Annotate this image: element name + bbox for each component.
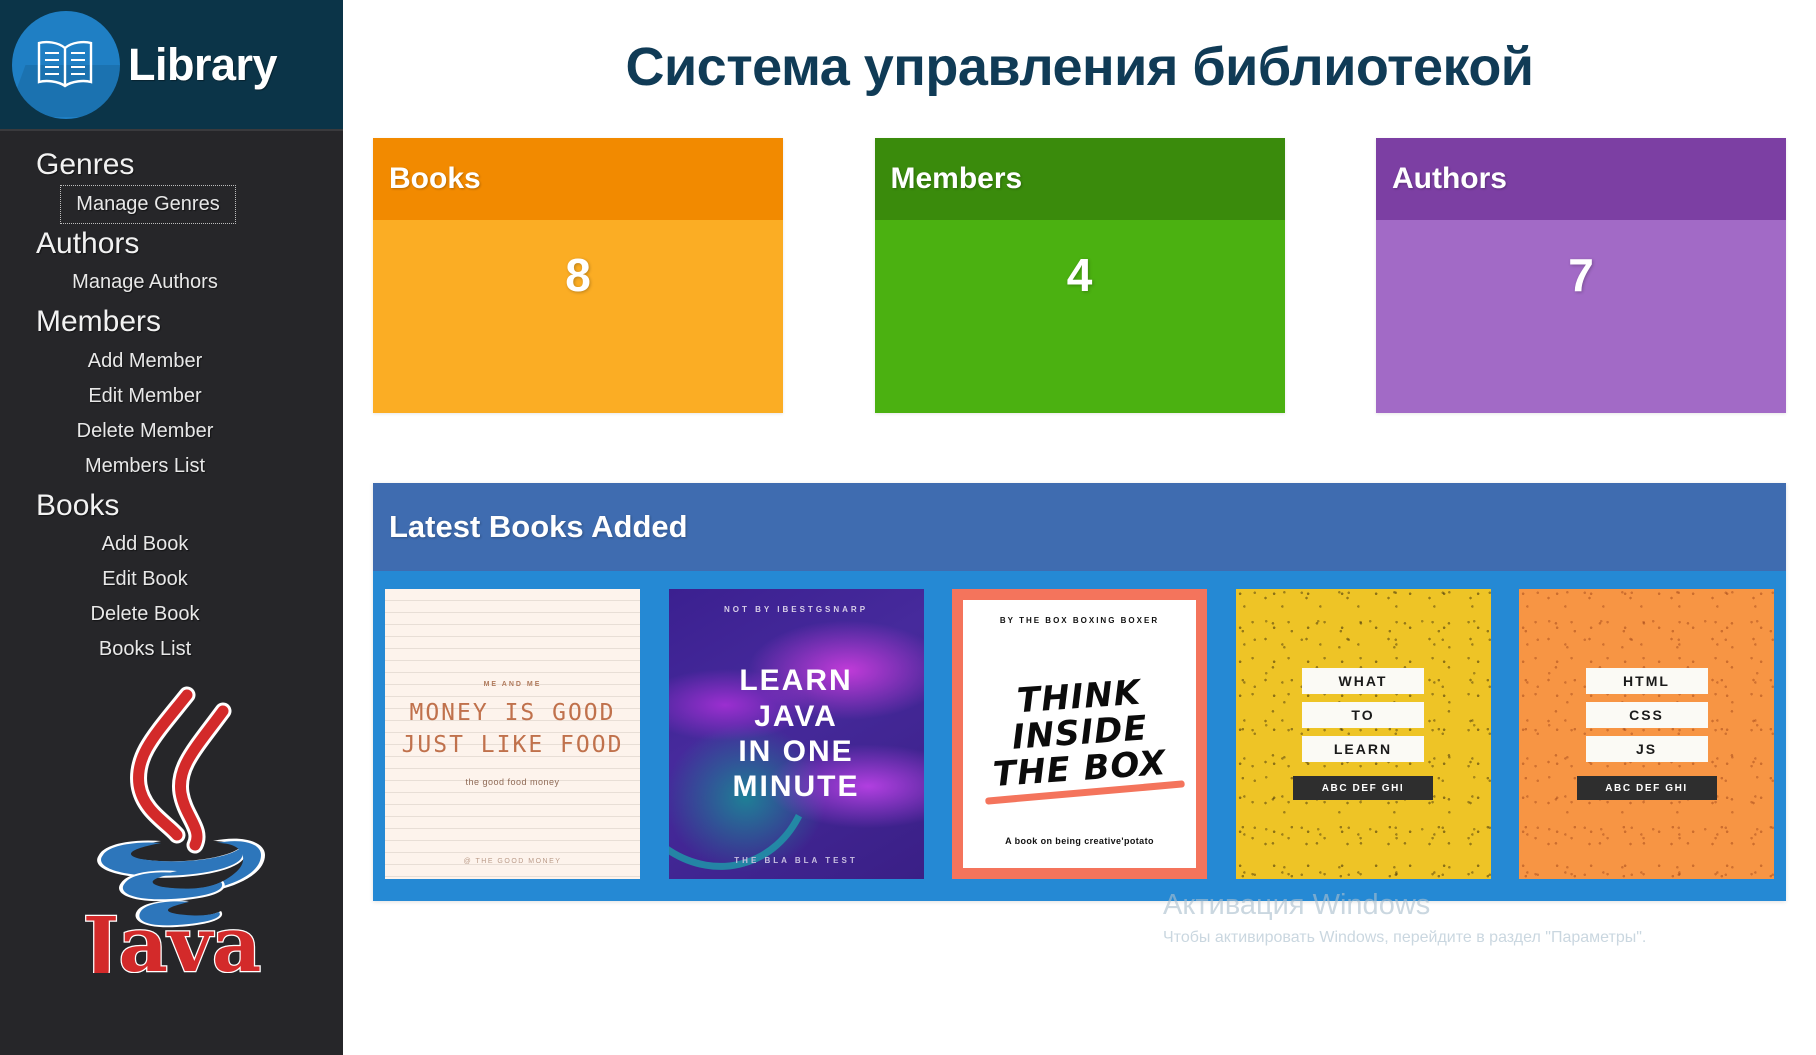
app-window: Library Genres Manage Genres Authors Man… (0, 0, 1816, 1055)
stat-card-members-value: 4 (1066, 249, 1093, 301)
stat-card-authors-title: Authors (1392, 162, 1507, 195)
stat-card-authors-value: 7 (1568, 249, 1594, 301)
book-cover-5-label-2: CSS (1585, 702, 1708, 728)
stat-card-books[interactable]: Books 8 (373, 138, 783, 413)
sidebar-item-add-book[interactable]: Add Book (0, 527, 290, 562)
book-cover-3-bottom-text: A book on being creative'potato (1005, 836, 1154, 846)
sidebar-item-delete-member[interactable]: Delete Member (0, 414, 290, 449)
sidebar-section-genres: Genres (36, 148, 135, 181)
book-cover-2-line1: LEARN (739, 664, 853, 698)
sidebar-item-delete-book[interactable]: Delete Book (0, 597, 290, 632)
sidebar-item-manage-genres[interactable]: Manage Genres (60, 184, 236, 224)
stat-card-members[interactable]: Members 4 (874, 138, 1285, 413)
stat-card-authors[interactable]: Authors 7 (1376, 138, 1786, 413)
svg-text:Java: Java (76, 900, 261, 973)
stat-card-books-value: 8 (565, 249, 591, 301)
book-cover-2-line2: JAVA (754, 699, 838, 733)
book-cover-1-top-text: ME AND ME (483, 681, 542, 689)
brand-title: Library (128, 38, 278, 90)
book-cover-1-bottom-text: @ THE GOOD MONEY (463, 858, 562, 865)
latest-books-title: Latest Books Added (389, 509, 688, 544)
book-cover-2-line3: IN ONE (738, 735, 854, 768)
sidebar-nav: Genres Manage Genres Authors Manage Auth… (0, 131, 343, 667)
book-cover-think-inside-the-box[interactable]: BY THE BOX BOXING BOXER THINK INSIDE THE… (952, 589, 1207, 879)
open-book-icon (12, 10, 120, 119)
book-cover-1-line2: JUST LIKE FOOD (401, 731, 624, 758)
book-cover-4-label-3: LEARN (1302, 736, 1424, 762)
book-cover-4-label-2: TO (1302, 702, 1424, 728)
sidebar-section-books: Books (36, 488, 120, 522)
latest-books-header: Latest Books Added (373, 483, 1786, 571)
sidebar-item-edit-member[interactable]: Edit Member (0, 379, 290, 414)
sidebar-section-members: Members (36, 305, 162, 338)
book-cover-learn-java[interactable]: NOT BY IBESTGSNARP LEARN JAVA IN ONE MIN… (668, 589, 924, 879)
book-cover-3-top-text: BY THE BOX BOXING BOXER (999, 616, 1160, 625)
book-cover-1-line1: MONEY IS GOOD (409, 700, 616, 727)
book-cover-5-label-3: JS (1585, 736, 1708, 762)
book-cover-what-to-learn[interactable]: WHAT TO LEARN ABC DEF GHI (1235, 589, 1491, 879)
book-cover-1-caption: the good food money (465, 776, 560, 787)
latest-books-list: ME AND ME MONEY IS GOOD JUST LIKE FOOD t… (373, 571, 1786, 901)
stat-card-members-title: Members (890, 162, 1023, 195)
book-cover-4-dark-label: ABC DEF GHI (1293, 776, 1433, 800)
sidebar: Library Genres Manage Genres Authors Man… (0, 0, 343, 1055)
stat-card-books-title: Books (389, 162, 481, 195)
sidebar-section-authors: Authors (36, 226, 140, 260)
book-cover-money-is-good[interactable]: ME AND ME MONEY IS GOOD JUST LIKE FOOD t… (385, 589, 640, 879)
stat-cards: Books 8 Members 4 Authors 7 (343, 138, 1816, 413)
page-title: Система управления библиотекой (625, 37, 1534, 97)
sidebar-item-books-list[interactable]: Books List (0, 632, 290, 667)
stat-card-books-body: 8 (373, 220, 783, 413)
book-cover-5-dark-label: ABC DEF GHI (1576, 776, 1717, 800)
main-content: Система управления библиотекой Books 8 M… (343, 0, 1816, 1055)
sidebar-item-add-member[interactable]: Add Member (0, 344, 290, 379)
brand-header[interactable]: Library (0, 0, 343, 131)
sidebar-item-manage-authors[interactable]: Manage Authors (0, 265, 290, 300)
book-cover-2-bottom-text: THE BLA BLA TEST (734, 856, 858, 865)
latest-books-panel: Latest Books Added ME AND ME MONEY IS GO… (373, 483, 1786, 901)
stat-card-members-header: Members (874, 138, 1285, 220)
book-cover-2-line4: MINUTE (732, 770, 860, 804)
book-cover-html-css-js[interactable]: HTML CSS JS ABC DEF GHI (1519, 589, 1774, 879)
sidebar-item-members-list[interactable]: Members List (0, 449, 290, 484)
book-cover-4-label-1: WHAT (1302, 668, 1424, 694)
stat-card-members-body: 4 (874, 220, 1285, 413)
book-cover-2-top-text: NOT BY IBESTGSNARP (723, 605, 869, 614)
stat-card-authors-header: Authors (1376, 138, 1786, 220)
stat-card-books-header: Books (373, 138, 783, 220)
java-logo-icon: Java (0, 683, 343, 983)
book-cover-5-label-1: HTML (1585, 668, 1708, 694)
stat-card-authors-body: 7 (1376, 220, 1786, 413)
sidebar-item-edit-book[interactable]: Edit Book (0, 562, 290, 597)
